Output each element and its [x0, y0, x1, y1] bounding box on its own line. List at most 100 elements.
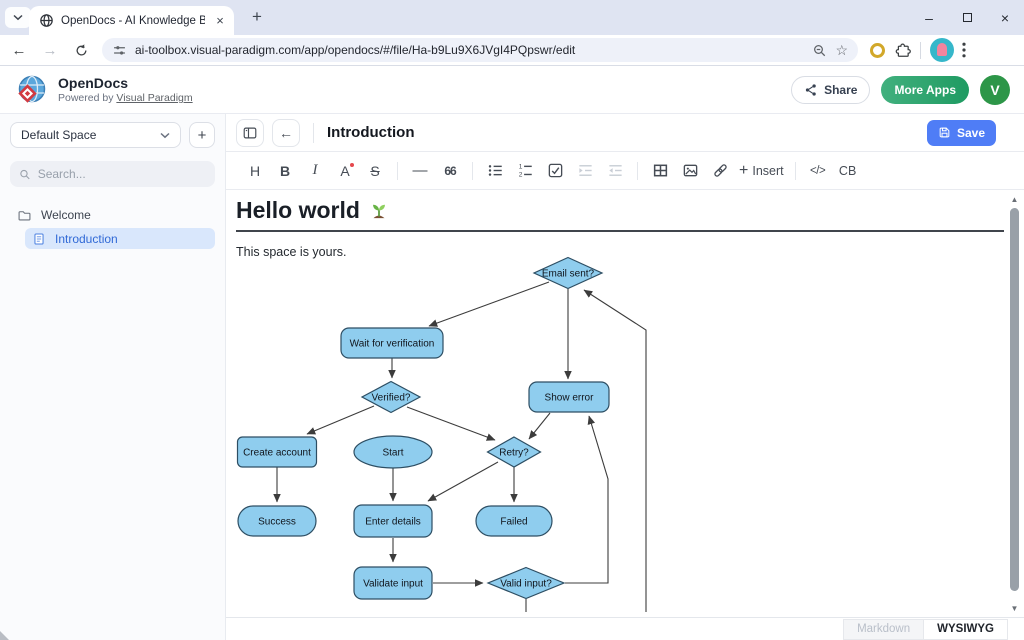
bold-button[interactable]: B	[270, 157, 300, 185]
horizontal-rule-button[interactable]: —	[405, 157, 435, 185]
svg-text:Create account: Create account	[243, 448, 311, 459]
mode-wysiwyg-button[interactable]: WYSIWYG	[923, 619, 1008, 640]
forward-button[interactable]: →	[38, 38, 62, 62]
flowchart-diagram[interactable]: Email sent?Wait for verificationVerified…	[226, 254, 676, 612]
node-validate-input[interactable]: Validate input	[354, 567, 432, 599]
svg-text:1: 1	[518, 164, 522, 171]
new-tab-button[interactable]: +	[245, 5, 269, 29]
back-button[interactable]: ←	[7, 38, 31, 62]
refresh-button[interactable]	[69, 38, 93, 62]
more-apps-button[interactable]: More Apps	[881, 76, 969, 104]
seedling-emoji-icon	[368, 200, 390, 222]
inline-code-button[interactable]: </>	[803, 157, 833, 185]
checkbox-icon	[547, 162, 564, 179]
app-name: OpenDocs	[58, 75, 193, 91]
user-avatar[interactable]: V	[980, 75, 1010, 105]
table-button[interactable]	[645, 157, 675, 185]
editor-scrollbar[interactable]: ▲ ▼	[1007, 190, 1022, 617]
add-space-button[interactable]: +	[189, 122, 215, 148]
url-bar[interactable]: ai-toolbox.visual-paradigm.com/app/opend…	[102, 38, 858, 62]
italic-button[interactable]: I	[300, 157, 330, 185]
edge-verified-to-create-account	[307, 406, 374, 434]
tree-item-introduction[interactable]: Introduction	[25, 228, 215, 249]
node-wait-verification[interactable]: Wait for verification	[341, 328, 443, 358]
browser-profile-avatar[interactable]	[930, 38, 954, 62]
scrollbar-thumb[interactable]	[1010, 208, 1019, 591]
bookmark-star-icon[interactable]: ☆	[835, 42, 848, 59]
extension-gold-icon[interactable]	[870, 43, 885, 58]
node-create-account[interactable]: Create account	[238, 437, 317, 467]
tab-search-button[interactable]	[5, 7, 31, 28]
browser-tab[interactable]: OpenDocs - AI Knowledge Base ×	[29, 6, 234, 35]
scroll-down-arrow[interactable]: ▼	[1007, 601, 1022, 615]
node-valid-input[interactable]: Valid input?	[488, 568, 564, 599]
site-settings-icon[interactable]	[112, 43, 127, 58]
node-show-error[interactable]: Show error	[529, 382, 609, 412]
url-text[interactable]: ai-toolbox.visual-paradigm.com/app/opend…	[135, 43, 804, 57]
header-divider	[313, 123, 314, 143]
node-retry[interactable]: Retry?	[488, 437, 541, 467]
doc-header: ← Introduction Save	[226, 114, 1024, 152]
editor-toolbar: H B I A S — 66 12	[226, 152, 1024, 190]
strikethrough-button[interactable]: S	[360, 157, 390, 185]
share-button[interactable]: Share	[791, 76, 870, 104]
checklist-button[interactable]	[540, 157, 570, 185]
browser-menu-icon[interactable]	[962, 42, 966, 58]
node-enter-details[interactable]: Enter details	[354, 505, 432, 537]
heading-button[interactable]: H	[240, 157, 270, 185]
app-body: Default Space + Welcome Introduct	[0, 114, 1024, 640]
powered-by-text: Powered by Visual Paradigm	[58, 92, 193, 104]
scroll-up-arrow[interactable]: ▲	[1007, 192, 1022, 206]
save-button[interactable]: Save	[927, 120, 996, 146]
window-controls: – ×	[910, 0, 1024, 35]
svg-text:Validate input: Validate input	[363, 579, 423, 590]
toggle-sidebar-button[interactable]	[236, 119, 264, 147]
bullet-list-button[interactable]	[480, 157, 510, 185]
font-color-button[interactable]: A	[330, 157, 360, 185]
toolbar-divider	[397, 162, 398, 180]
mode-markdown-button[interactable]: Markdown	[843, 619, 923, 640]
document-icon	[32, 232, 46, 246]
space-selector[interactable]: Default Space	[10, 122, 181, 148]
save-floppy-icon	[938, 126, 951, 139]
tab-title: OpenDocs - AI Knowledge Base	[61, 15, 205, 27]
blockquote-button[interactable]: 66	[435, 157, 465, 185]
tab-close-button[interactable]: ×	[212, 13, 228, 29]
document-heading: Hello world	[236, 197, 1004, 224]
tab-strip: OpenDocs - AI Knowledge Base × + – ×	[0, 0, 1024, 35]
visual-paradigm-link[interactable]: Visual Paradigm	[116, 92, 192, 104]
zoom-page-icon[interactable]	[812, 43, 827, 58]
node-success[interactable]: Success	[238, 506, 316, 536]
extensions-puzzle-icon[interactable]	[895, 42, 911, 58]
numbered-list-icon: 12	[517, 162, 534, 179]
maximize-button[interactable]	[948, 0, 986, 35]
close-window-button[interactable]: ×	[986, 0, 1024, 35]
back-doc-button[interactable]: ←	[272, 119, 300, 147]
numbered-list-button[interactable]: 12	[510, 157, 540, 185]
indent-button[interactable]	[570, 157, 600, 185]
editor-canvas[interactable]: Hello world This space is yours. Email s…	[226, 190, 1024, 617]
edge-retry-to-enter-details	[428, 462, 498, 501]
resize-grip	[0, 631, 9, 640]
heading-text: Hello world	[236, 197, 360, 224]
tree-item-welcome[interactable]: Welcome	[10, 204, 215, 226]
image-icon	[682, 162, 699, 179]
image-button[interactable]	[675, 157, 705, 185]
link-button[interactable]	[705, 157, 735, 185]
insert-button[interactable]: + Insert	[735, 157, 788, 185]
plus-icon: +	[739, 162, 748, 180]
minimize-button[interactable]: –	[910, 0, 948, 35]
search-icon	[19, 168, 31, 181]
search-input[interactable]	[38, 167, 206, 181]
search-box[interactable]	[10, 161, 215, 187]
svg-text:Enter details: Enter details	[365, 517, 421, 528]
heading-rule	[236, 230, 1004, 232]
outdent-button[interactable]	[600, 157, 630, 185]
code-block-button[interactable]: CB	[833, 157, 863, 185]
link-icon	[712, 162, 729, 179]
opendocs-logo	[14, 72, 50, 108]
refresh-icon	[74, 43, 89, 58]
share-icon	[804, 83, 818, 97]
node-start[interactable]: Start	[354, 436, 432, 468]
node-failed[interactable]: Failed	[476, 506, 552, 536]
